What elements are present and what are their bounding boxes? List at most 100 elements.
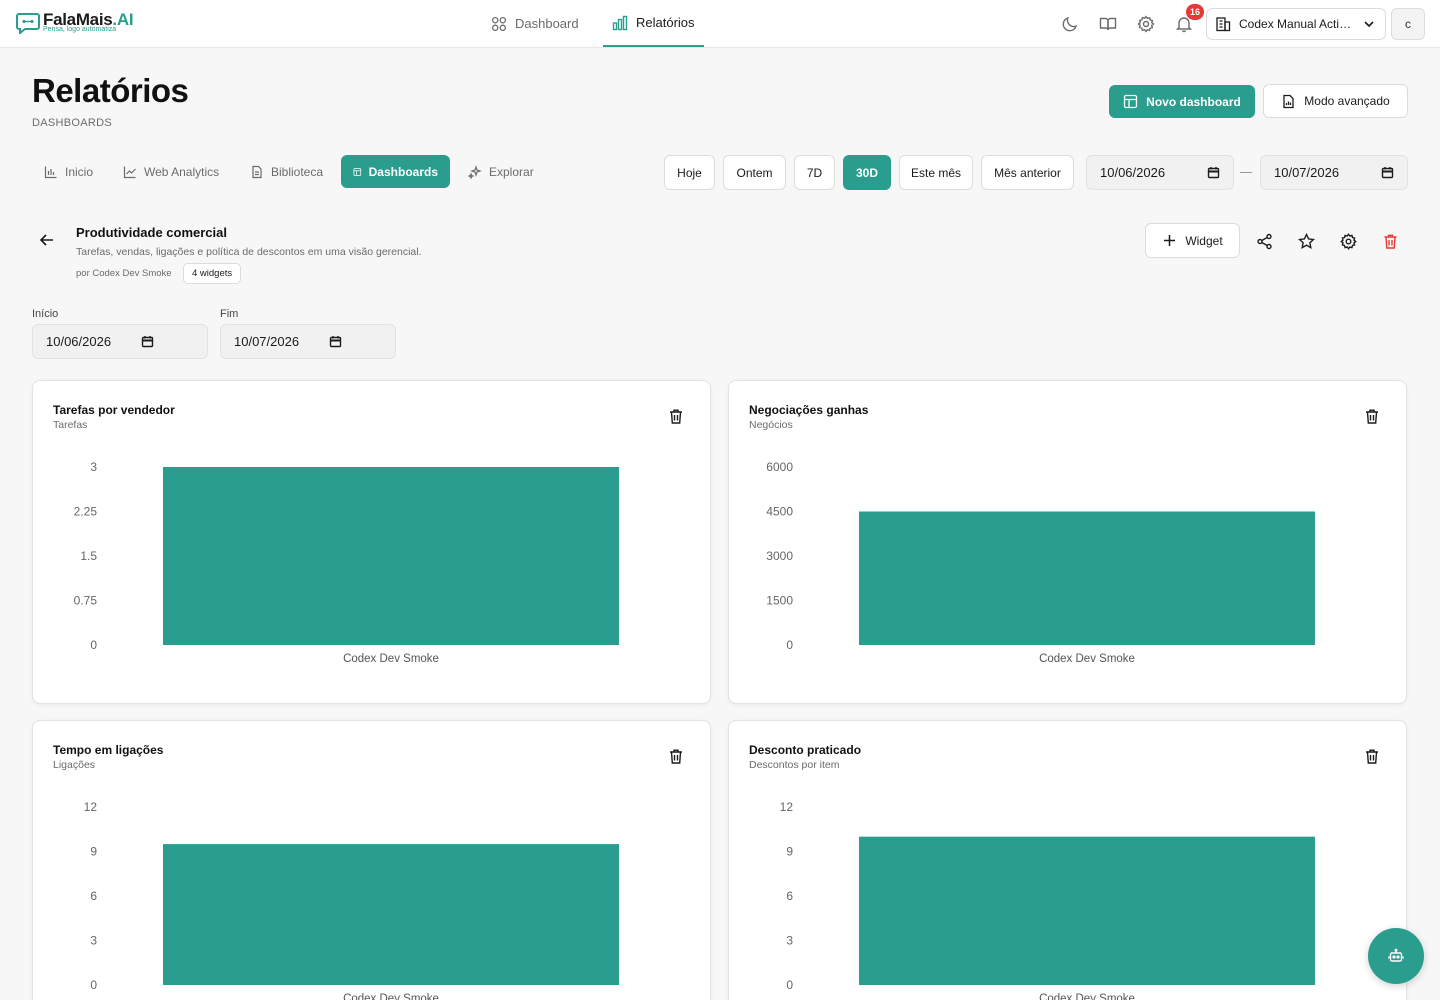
document-chart-icon (1283, 94, 1294, 108)
add-widget-label: Widget (1185, 233, 1223, 248)
add-widget-button[interactable]: Widget (1145, 223, 1240, 258)
theme-toggle-moon-icon[interactable] (1060, 14, 1080, 34)
layout-icon (1124, 94, 1138, 109)
assistant-bot-button[interactable] (1368, 928, 1424, 984)
bar-chart: 0 1500 3000 4500 6000 Codex Dev Smoke (766, 460, 1315, 665)
range-30d-button[interactable]: 30D (843, 155, 891, 190)
organization-select-label: Codex Manual Active... (1239, 17, 1353, 31)
tab-dashboards[interactable]: Dashboards (341, 155, 450, 188)
bar[interactable] (859, 511, 1315, 646)
bar-chart: 0 3 6 9 12 Codex Dev Smoke (780, 800, 1315, 1000)
y-tick-label: 6 (90, 889, 97, 903)
y-tick-label: 3 (90, 460, 97, 474)
page-title: Relatórios (32, 72, 189, 109)
tab-explorar-label: Explorar (489, 164, 534, 179)
range-mes-anterior-button[interactable]: Mês anterior (981, 155, 1074, 190)
y-tick-label: 0.75 (74, 594, 98, 608)
building-icon (1216, 17, 1231, 32)
y-tick-label: 12 (84, 800, 98, 814)
bar[interactable] (163, 844, 619, 985)
y-tick-label: 3 (786, 934, 793, 948)
filter-end-date-input[interactable]: 10/07/2026 (220, 324, 396, 359)
robot-icon (1388, 948, 1404, 962)
bar-chart: 0 3 6 9 12 Codex Dev Smoke (84, 800, 619, 1000)
tab-web-analytics[interactable]: Web Analytics (111, 155, 231, 188)
tab-biblioteca[interactable]: Biblioteca (238, 155, 335, 188)
range-start-date-input[interactable]: 10/06/2026 (1086, 155, 1234, 190)
range-start-date-value: 10/06/2026 (1100, 165, 1166, 180)
range-end-date-input[interactable]: 10/07/2026 (1260, 155, 1408, 190)
sparkles-icon (468, 164, 482, 179)
star-icon[interactable] (1296, 231, 1316, 251)
layout-icon (353, 167, 362, 176)
x-category-label: Codex Dev Smoke (343, 993, 439, 1000)
dashboard-author: por Codex Dev Smoke (76, 268, 172, 279)
calendar-icon[interactable] (141, 335, 154, 348)
delete-dashboard-trash-icon[interactable] (1380, 231, 1400, 251)
y-tick-label: 6000 (766, 460, 793, 474)
widget-card: Desconto praticado Descontos por item 03… (728, 720, 1407, 1000)
tab-web-analytics-label: Web Analytics (144, 164, 220, 179)
filter-end-label: Fim (220, 308, 239, 320)
widget-count-badge: 4 widgets (183, 263, 242, 284)
dashboard-name: Produtividade comercial (76, 225, 227, 240)
chevron-down-icon (1364, 21, 1374, 28)
tab-dashboards-label: Dashboards (368, 164, 438, 179)
filter-start-date-input[interactable]: 10/06/2026 (32, 324, 208, 359)
tab-explorar[interactable]: Explorar (456, 155, 546, 188)
range-ontem-button[interactable]: Ontem (723, 155, 786, 190)
y-tick-label: 1500 (766, 594, 793, 608)
y-tick-label: 0 (90, 978, 97, 992)
x-category-label: Codex Dev Smoke (1039, 993, 1135, 1000)
calendar-icon[interactable] (1207, 166, 1220, 179)
advanced-mode-button[interactable]: Modo avançado (1263, 84, 1408, 118)
filter-start-label: Início (32, 308, 59, 320)
y-tick-label: 0 (786, 978, 793, 992)
calendar-icon[interactable] (1381, 166, 1394, 179)
document-icon (252, 165, 262, 178)
topnav-relatorios[interactable]: Relatórios (603, 0, 704, 47)
share-icon[interactable] (1254, 231, 1274, 251)
topnav-dashboard[interactable]: Dashboard (491, 0, 579, 47)
y-tick-label: 9 (90, 845, 97, 859)
widget-card: Tempo em ligações Ligações 0 3 6 9 12 Codex D… (32, 720, 711, 1000)
chat-bubble-logo-icon (16, 13, 40, 34)
brand-logo[interactable]: FalaMais.AI Pensa, logo automatiza (16, 10, 146, 40)
grid-icon (491, 16, 507, 31)
tab-biblioteca-label: Biblioteca (271, 164, 324, 179)
docs-book-icon[interactable] (1098, 14, 1118, 34)
top-bar: FalaMais.AI Pensa, logo automatiza Dashb… (0, 0, 1440, 48)
y-tick-label: 2.25 (74, 505, 98, 519)
y-tick-label: 9 (786, 845, 793, 859)
bar[interactable] (163, 467, 619, 645)
range-7d-button[interactable]: 7D (794, 155, 835, 190)
advanced-mode-label: Modo avançado (1304, 94, 1390, 108)
organization-select[interactable]: Codex Manual Active... (1206, 8, 1386, 40)
settings-gear-icon[interactable] (1136, 14, 1156, 34)
bar-chart-icon (44, 166, 57, 178)
y-tick-label: 3 (90, 934, 97, 948)
plus-icon (1164, 235, 1176, 246)
notification-count-badge: 16 (1186, 4, 1205, 20)
range-este-mes-button[interactable]: Este mês (899, 155, 973, 190)
new-dashboard-button[interactable]: Novo dashboard (1109, 85, 1255, 118)
filter-start-date-value: 10/06/2026 (46, 334, 112, 349)
bar-chart-icon (612, 15, 628, 30)
x-category-label: Codex Dev Smoke (1039, 653, 1135, 665)
tab-inicio[interactable]: Inicio (32, 155, 105, 188)
back-arrow-icon[interactable] (38, 231, 56, 249)
topnav-relatorios-label: Relatórios (636, 15, 695, 30)
user-avatar[interactable]: c (1391, 8, 1425, 40)
dashboard-description: Tarefas, vendas, ligações e política de … (76, 246, 422, 258)
y-tick-label: 4500 (766, 505, 793, 519)
brand-tagline: Pensa, logo automatiza (43, 26, 117, 33)
bar[interactable] (859, 836, 1315, 985)
y-tick-label: 12 (780, 800, 794, 814)
range-end-date-value: 10/07/2026 (1274, 165, 1340, 180)
range-hoje-button[interactable]: Hoje (664, 155, 715, 190)
y-tick-label: 6 (786, 889, 793, 903)
calendar-icon[interactable] (329, 335, 342, 348)
dashboard-settings-gear-icon[interactable] (1338, 231, 1358, 251)
widget-card: Tarefas por vendedor Tarefas 0 0.75 1.5 2.2… (32, 380, 711, 704)
line-chart-icon (123, 166, 136, 178)
